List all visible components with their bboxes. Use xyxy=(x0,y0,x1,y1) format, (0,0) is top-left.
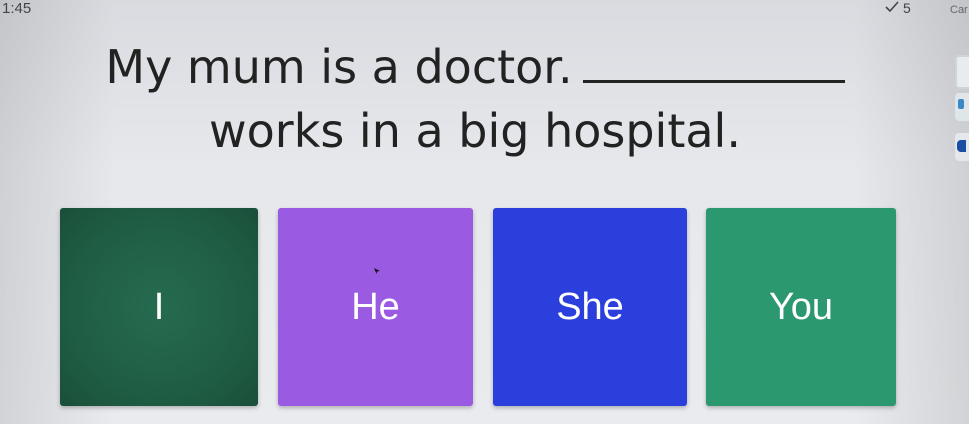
side-panel-button[interactable] xyxy=(955,55,969,89)
answer-label: You xyxy=(768,285,834,328)
answer-label: He xyxy=(351,285,400,328)
tab-icon xyxy=(957,140,966,152)
timer: 1:45 xyxy=(2,0,32,17)
corner-label: Car xyxy=(950,4,968,16)
check-icon xyxy=(885,0,899,16)
answer-option-you[interactable]: You xyxy=(706,208,896,406)
answer-option-i[interactable]: I xyxy=(60,208,258,406)
score-indicator: 5 xyxy=(885,0,911,16)
side-tool-button[interactable] xyxy=(955,93,969,121)
answer-label: I xyxy=(153,285,165,328)
question-sentence-1: My mum is a doctor. xyxy=(105,40,573,94)
answer-label: She xyxy=(556,285,624,328)
question-line-1: My mum is a doctor. xyxy=(0,35,950,99)
score-value: 5 xyxy=(903,0,911,16)
answer-option-she[interactable]: She xyxy=(493,208,687,406)
question-text: My mum is a doctor. works in a big hospi… xyxy=(0,35,950,163)
answer-option-he[interactable]: He xyxy=(278,208,473,406)
answer-blank xyxy=(582,40,845,83)
side-nav-button[interactable] xyxy=(955,133,969,161)
question-line-2: works in a big hospital. xyxy=(209,104,741,158)
tool-icon xyxy=(958,99,964,109)
pointer-cursor-icon xyxy=(374,268,380,274)
